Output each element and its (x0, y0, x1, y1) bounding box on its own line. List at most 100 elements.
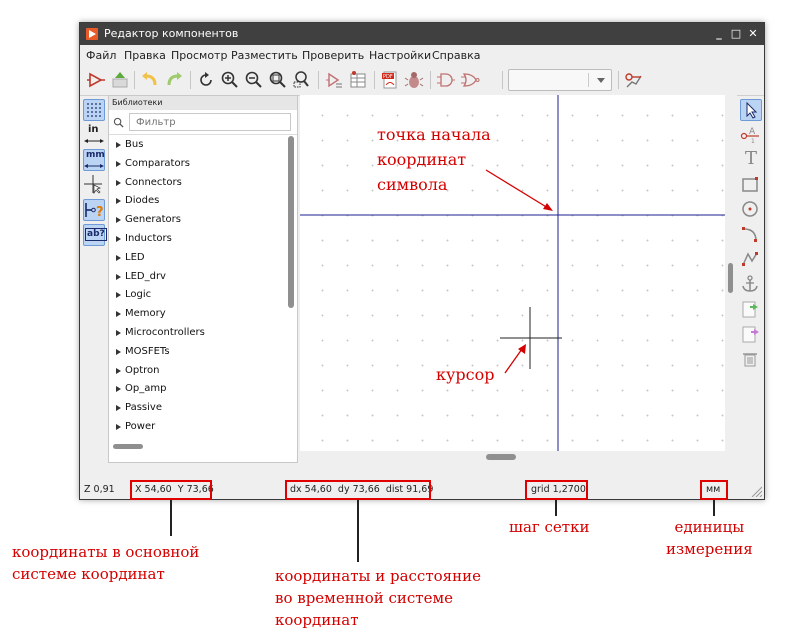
library-item[interactable]: Comparators (109, 155, 285, 174)
maximize-button[interactable]: □ (729, 27, 743, 41)
inches-icon[interactable]: in (83, 124, 105, 146)
zoom-in-icon[interactable] (220, 70, 240, 90)
library-item[interactable]: Op_amp (109, 380, 285, 399)
pin-editor-icon[interactable] (624, 70, 644, 90)
drawing-canvas[interactable] (300, 95, 725, 451)
add-arc-icon[interactable] (740, 224, 762, 246)
library-item[interactable]: LED_drv (109, 268, 285, 287)
zoom-selection-icon[interactable] (292, 70, 312, 90)
annotation-units-line2: измерения (666, 540, 753, 558)
new-symbol-icon[interactable] (86, 70, 106, 90)
canvas-overlay (300, 95, 725, 451)
search-icon (113, 117, 124, 128)
import-icon[interactable] (740, 299, 762, 321)
grid-icon[interactable] (83, 99, 105, 121)
title-bar: Редактор компонентов _ □ ✕ (80, 23, 764, 45)
annotation-origin: точка начала координат символа (377, 122, 491, 197)
canvas-vertical-scrollbar[interactable] (725, 95, 737, 463)
de-morgan-alternate-icon[interactable] (460, 70, 480, 90)
status-zoom: Z 0,91 (84, 484, 115, 495)
cursor-arrow-line (504, 348, 523, 374)
library-item[interactable]: Generators (109, 211, 285, 230)
refresh-icon[interactable] (196, 70, 216, 90)
export-pdf-icon[interactable]: PDF (380, 70, 400, 90)
menu-file[interactable]: Файл (86, 49, 116, 62)
inches-label: in (88, 124, 99, 135)
svg-text:1: 1 (751, 138, 755, 144)
zoom-fit-icon[interactable] (268, 70, 288, 90)
save-library-icon[interactable] (110, 70, 130, 90)
undo-icon[interactable] (140, 70, 160, 90)
highlight-grid (525, 480, 588, 500)
zoom-out-icon[interactable] (244, 70, 264, 90)
text-show-icon[interactable]: ab? (83, 224, 107, 246)
library-vertical-scrollbar[interactable] (287, 136, 295, 436)
de-morgan-normal-icon[interactable] (436, 70, 456, 90)
millimeters-icon[interactable]: mm (83, 149, 105, 171)
menu-edit[interactable]: Правка (124, 49, 166, 62)
mm-label: mm (86, 150, 105, 160)
annotation-grid-step: шаг сетки (509, 518, 590, 536)
annotation-origin-line1: точка начала (377, 125, 491, 144)
leader-absolute-coords (170, 500, 172, 536)
annotation-relative-coords-line2: во временной системе (275, 589, 454, 607)
annotation-origin-line2: координат (377, 150, 467, 169)
window-title: Редактор компонентов (104, 27, 239, 40)
right-toolbar: A1 T (737, 95, 764, 463)
library-filter-input[interactable] (129, 113, 291, 131)
add-rectangle-icon[interactable] (740, 174, 762, 196)
library-item[interactable]: Inductors (109, 230, 285, 249)
menu-bar: Файл Правка Просмотр Разместить Проверит… (80, 45, 764, 65)
annotation-main-coords-line2: системе координат (12, 565, 165, 583)
menu-help[interactable]: Справка (432, 49, 480, 62)
library-item[interactable]: MOSFETs (109, 343, 285, 362)
annotation-units: единицы измерения (666, 516, 753, 560)
library-tree: Bus Comparators Connectors Diodes Genera… (109, 136, 285, 437)
anchor-icon[interactable] (740, 274, 762, 296)
menu-place[interactable]: Разместить (231, 49, 298, 62)
highlight-units (700, 480, 728, 500)
menu-preferences[interactable]: Настройки (369, 49, 431, 62)
add-circle-icon[interactable] (740, 199, 762, 221)
annotation-relative-coords: координаты и расстояние во временной сис… (275, 565, 481, 631)
menu-inspect[interactable]: Проверить (302, 49, 364, 62)
library-item[interactable]: Logic (109, 286, 285, 305)
delete-icon[interactable] (740, 349, 762, 371)
add-pin-icon[interactable]: A1 (740, 124, 762, 146)
unit-select-combo[interactable] (508, 69, 612, 91)
bug-check-icon[interactable] (404, 70, 424, 90)
highlight-absolute-coords (130, 480, 212, 500)
add-polyline-icon[interactable] (740, 249, 762, 271)
library-item[interactable]: Passive (109, 399, 285, 418)
cursor-shape-icon[interactable] (83, 174, 105, 196)
library-horizontal-scrollbar[interactable] (109, 440, 297, 454)
add-text-icon[interactable]: T (740, 148, 762, 171)
export-icon[interactable] (740, 324, 762, 346)
library-item[interactable]: Optron (109, 362, 285, 381)
pin-table-icon[interactable] (348, 70, 368, 90)
pin-show-icon[interactable]: ? (83, 199, 105, 221)
library-item[interactable]: Memory (109, 305, 285, 324)
minimize-button[interactable]: _ (712, 27, 726, 41)
library-item[interactable]: Diodes (109, 192, 285, 211)
library-item[interactable]: Connectors (109, 174, 285, 193)
menu-view[interactable]: Просмотр (171, 49, 227, 62)
select-arrow-icon[interactable] (740, 99, 762, 121)
library-item[interactable]: Power (109, 418, 285, 437)
resize-grip-icon[interactable] (750, 485, 762, 497)
library-filter (109, 110, 297, 135)
library-item[interactable]: Bus (109, 136, 285, 155)
canvas-horizontal-scrollbar[interactable] (300, 451, 725, 463)
app-icon (86, 28, 98, 40)
annotation-main-coords: координаты в основной системе координат (12, 541, 199, 585)
annotation-relative-coords-line1: координаты и расстояние (275, 567, 481, 585)
svg-text:A: A (749, 127, 756, 137)
close-button[interactable]: ✕ (746, 27, 760, 41)
redo-icon[interactable] (164, 70, 184, 90)
leader-units (713, 500, 715, 516)
symbol-properties-icon[interactable] (324, 70, 344, 90)
library-item[interactable]: LED (109, 249, 285, 268)
symbol-editor-window: Редактор компонентов _ □ ✕ Файл Правка П… (79, 22, 765, 500)
library-item[interactable]: Microcontrollers (109, 324, 285, 343)
annotation-units-line1: единицы (674, 518, 745, 536)
